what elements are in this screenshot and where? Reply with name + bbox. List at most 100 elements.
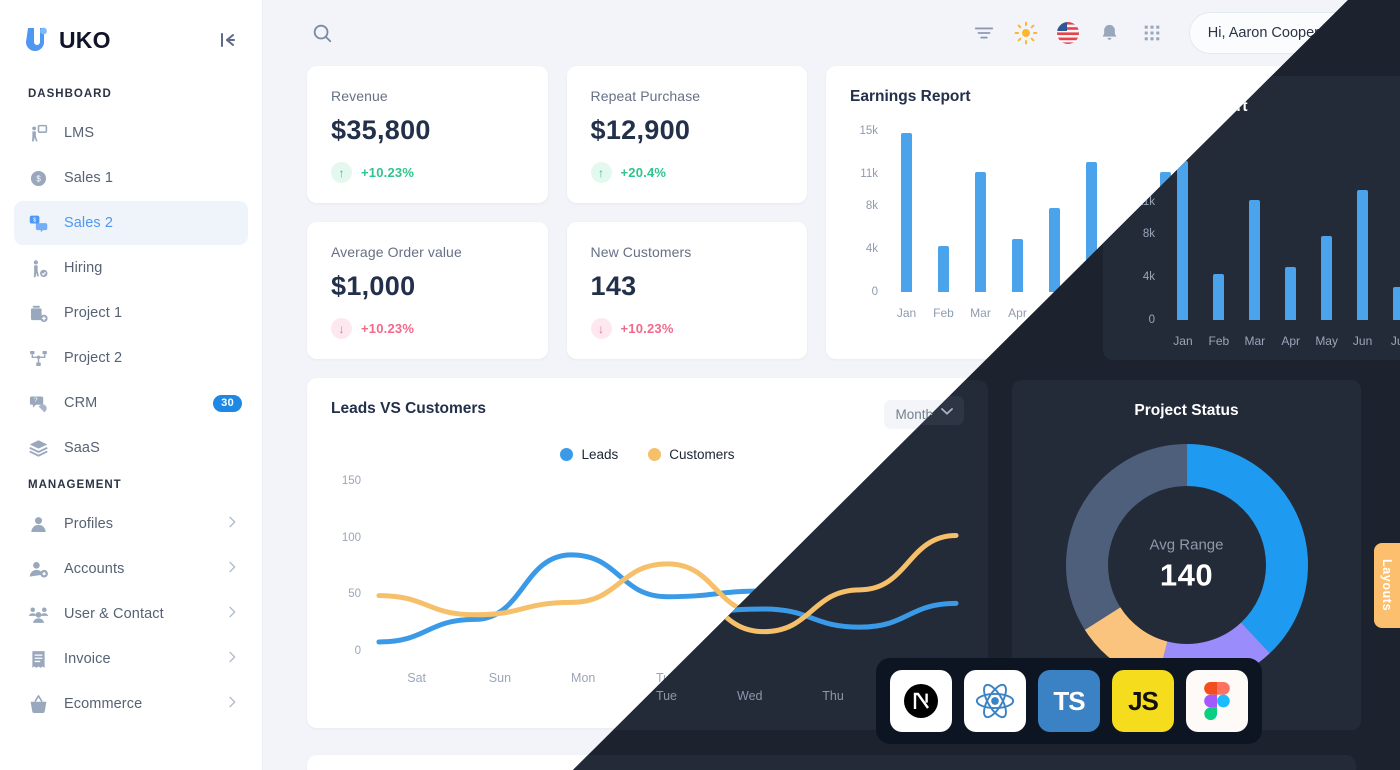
- sidebar-item-invoice[interactable]: Invoice: [14, 637, 248, 681]
- stat-card-revenue: Revenue $35,800 ↑ +10.23%: [307, 66, 548, 203]
- apps-grid-icon[interactable]: [1139, 20, 1165, 46]
- bar-jan[interactable]: [901, 132, 912, 292]
- app-root: UKO DASHBOARD LMS $ Sales 1 $ Sales 2 Hi…: [0, 0, 1400, 770]
- x-axis-tick: Feb: [933, 306, 954, 320]
- bar-aug[interactable]: [1160, 171, 1171, 292]
- filter-lines-icon[interactable]: [971, 20, 997, 46]
- sidebar-item-label: Sales 2: [64, 215, 114, 231]
- earnings-range-label: Month: [1269, 88, 1308, 104]
- sidebar-item-sales-2[interactable]: $ Sales 2: [14, 201, 248, 245]
- chevron-right-icon[interactable]: [224, 514, 240, 535]
- user-avatar[interactable]: [1329, 18, 1359, 48]
- search-icon[interactable]: [311, 22, 333, 44]
- sidebar: UKO DASHBOARD LMS $ Sales 1 $ Sales 2 Hi…: [0, 0, 263, 770]
- stat-value: $12,900: [590, 115, 691, 145]
- figma-logo[interactable]: [1186, 670, 1248, 732]
- y-axis-tick: 0: [871, 286, 878, 298]
- typescript-logo[interactable]: TS: [1038, 670, 1100, 732]
- leads-y-axis: 150 100 50 0: [331, 470, 367, 657]
- bar-column: [925, 120, 962, 292]
- shopping-basket-icon: [28, 694, 49, 715]
- bar-column: [1073, 120, 1110, 292]
- sidebar-item-project-2[interactable]: Project 2: [14, 336, 248, 380]
- sidebar-item-label: Hiring: [64, 260, 103, 276]
- line-series-leads: [376, 552, 959, 645]
- user-menu-button[interactable]: Hi, Aaron Cooper: [1188, 12, 1366, 54]
- stat-title: New Customers: [590, 244, 692, 260]
- earnings-range-dropdown[interactable]: Month: [1269, 88, 1332, 104]
- bar-column: [1295, 120, 1332, 292]
- bar-feb[interactable]: [938, 245, 949, 292]
- legend-item-customers[interactable]: Customers: [648, 447, 735, 462]
- project-add-icon: [28, 303, 49, 324]
- stat-delta: ↓ +10.23%: [331, 318, 548, 339]
- sidebar-item-label: Sales 1: [64, 170, 114, 186]
- bar-oct[interactable]: [1234, 186, 1245, 292]
- arrow-up-icon: ↑: [590, 162, 612, 183]
- javascript-logo[interactable]: JS: [1112, 670, 1174, 732]
- chevron-down-icon: [941, 411, 953, 419]
- svg-text:$: $: [33, 217, 36, 223]
- us-flag-icon[interactable]: [1055, 20, 1081, 46]
- x-axis-tick: Sun: [488, 671, 512, 685]
- chevron-down-icon: [1320, 92, 1332, 100]
- x-axis-tick: Wed: [737, 671, 763, 685]
- legend-item-leads[interactable]: Leads: [560, 447, 618, 462]
- topbar-actions: Hi, Aaron Cooper: [971, 12, 1366, 54]
- donut-center-text-top: Avg Range 140: [1150, 537, 1224, 594]
- users-group-icon: [28, 604, 49, 625]
- donut-center-label-top: Avg Range: [1149, 536, 1224, 554]
- sidebar-item-user-contact[interactable]: User & Contact: [14, 592, 248, 636]
- bar-apr[interactable]: [1012, 239, 1023, 292]
- sidebar-item-saas[interactable]: SaaS: [14, 426, 248, 470]
- sidebar-nav: DASHBOARD LMS $ Sales 1 $ Sales 2 Hiring…: [0, 80, 262, 726]
- leads-title: Leads VS Customers: [331, 400, 487, 417]
- stat-title: Repeat Purchase: [590, 88, 701, 104]
- chevron-right-icon[interactable]: [224, 649, 240, 670]
- sun-theme-icon[interactable]: [1013, 20, 1039, 46]
- bar-sep[interactable]: [1197, 209, 1208, 292]
- bar-jul[interactable]: [1123, 258, 1134, 292]
- nextjs-logo[interactable]: [890, 670, 952, 732]
- y-axis-tick: 50: [348, 588, 361, 601]
- bar-column: [1184, 120, 1221, 292]
- react-logo[interactable]: [964, 670, 1026, 732]
- sidebar-item-ecommerce[interactable]: Ecommerce: [14, 682, 248, 726]
- bell-notification-icon[interactable]: [1097, 20, 1123, 46]
- sidebar-item-lms[interactable]: LMS: [14, 111, 248, 155]
- sidebar-item-hiring[interactable]: Hiring: [14, 246, 248, 290]
- bar-dec[interactable]: [1308, 132, 1319, 292]
- bar-nov[interactable]: [1271, 235, 1282, 292]
- arrow-down-icon: ↓: [331, 318, 352, 339]
- bar-column: [999, 120, 1036, 292]
- sidebar-item-sales-1[interactable]: $ Sales 1: [14, 156, 248, 200]
- stat-value: 143: [590, 271, 637, 301]
- user-gear-icon: [28, 559, 49, 580]
- sidebar-item-accounts[interactable]: Accounts: [14, 547, 248, 591]
- sidebar-item-project-1[interactable]: Project 1: [14, 291, 248, 335]
- stat-delta-text: +10.23%: [620, 321, 674, 336]
- chevron-right-icon[interactable]: [224, 559, 240, 580]
- bar-mar[interactable]: [975, 171, 986, 292]
- donut-center-value-top: 140: [1159, 557, 1214, 593]
- x-axis-tick: Apr: [1008, 306, 1027, 320]
- chevron-right-icon[interactable]: [224, 604, 240, 625]
- layouts-tab[interactable]: Layouts: [1374, 543, 1400, 628]
- stat-delta: ↓ +10.23%: [590, 318, 808, 339]
- collapse-sidebar-icon[interactable]: [216, 28, 240, 52]
- earnings-bars: [888, 120, 1332, 292]
- top-row: Revenue $35,800 ↑ +10.23% Repeat Purchas…: [307, 66, 1356, 359]
- lms-icon: [28, 123, 49, 144]
- leads-range-dropdown[interactable]: Month: [884, 400, 964, 429]
- bottom-partial-card: [307, 755, 1356, 770]
- bar-may[interactable]: [1049, 208, 1060, 292]
- uko-logo-icon: [24, 26, 50, 54]
- chevron-right-icon[interactable]: [224, 694, 240, 715]
- brand-name: UKO: [59, 26, 111, 53]
- bar-jun[interactable]: [1086, 161, 1097, 292]
- sidebar-item-crm[interactable]: ? CRM 30: [14, 381, 248, 425]
- x-axis-tick: Thu: [822, 671, 844, 685]
- x-axis-tick: May: [1043, 306, 1066, 320]
- arrow-up-icon: ↑: [331, 162, 352, 183]
- sidebar-item-profiles[interactable]: Profiles: [14, 502, 248, 546]
